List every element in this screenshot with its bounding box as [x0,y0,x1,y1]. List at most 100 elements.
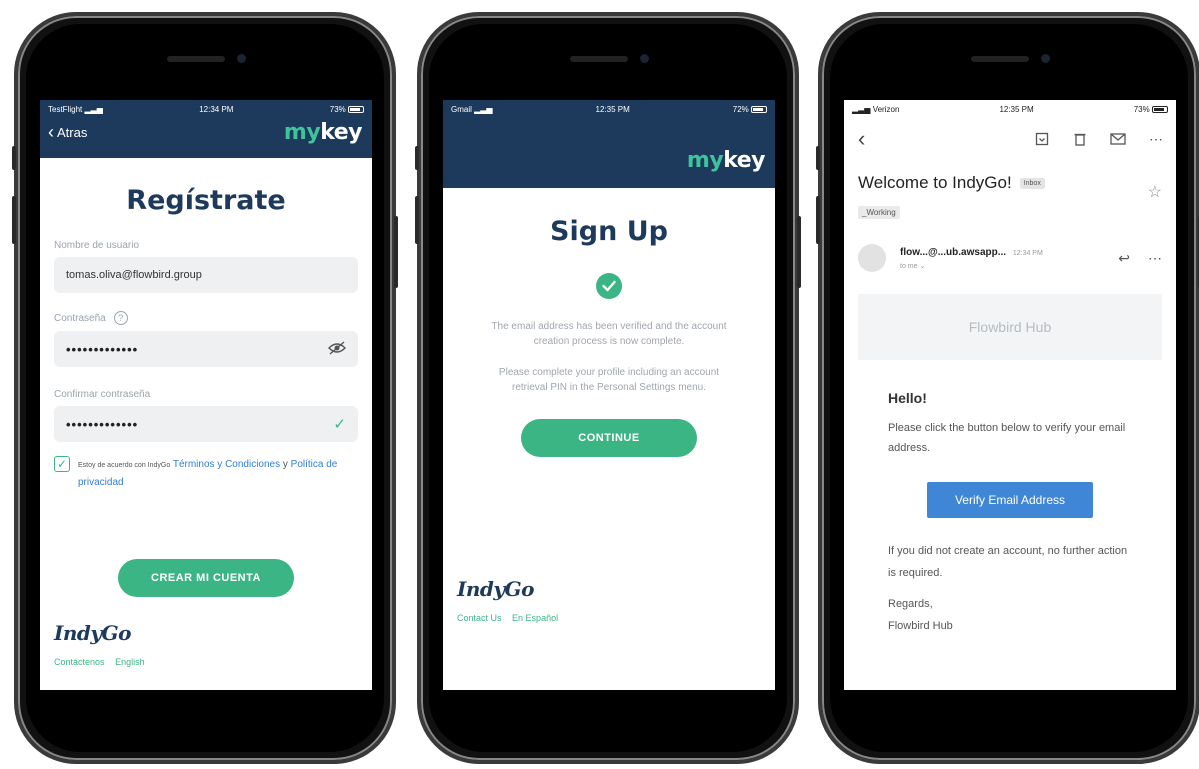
verified-message: The email address has been verified and … [491,321,727,347]
power-button [394,216,398,288]
reply-icon[interactable]: ↩ [1118,250,1130,267]
confirm-label: Confirmar contraseña [54,389,151,400]
mykey-logo: mykey [284,120,363,145]
app-header: Gmail ▂▃▅ 12:35 PM 72% mykey [443,100,775,188]
speaker [971,56,1029,62]
footer-links: Contáctenos English [54,657,372,667]
terms-row: ✓ Estoy de acuerdo con IndyGo Términos y… [54,456,358,491]
battery-percent: 73% [1133,104,1150,114]
back-button[interactable]: ‹ Atras [48,122,87,143]
confirm-password-field[interactable]: ••••••••••••• ✓ [54,406,358,442]
front-camera [237,54,246,63]
password-label-row: Contraseña ? [54,311,358,325]
create-account-button[interactable]: CREAR MI CUENTA [118,559,294,597]
screen-signup-es: TestFlight ▂▃▅ 12:34 PM 73% ‹ Atras myke… [40,100,372,690]
status-bar: ▂▃▅ Verizon 12:35 PM 73% [844,100,1176,118]
body-verify-text: Please click the button below to verify … [888,422,1126,454]
profile-message: Please complete your profile including a… [498,367,720,393]
front-camera [1041,54,1050,63]
battery-icon [348,105,364,113]
contact-link[interactable]: Contact Us [457,613,502,623]
clock: 12:35 PM [999,104,1034,114]
page-title: Regístrate [126,185,286,216]
email-body: Hello! Please click the button below to … [844,390,1176,458]
regards: Regards, [888,598,933,610]
screen-signup-confirmed: Gmail ▂▃▅ 12:35 PM 72% mykey Sign Up The… [443,100,775,690]
volume-up-button [816,196,820,244]
indygo-logo: IndyGo [457,577,534,601]
clock: 12:34 PM [199,104,234,114]
label-tag[interactable]: _Working [858,206,900,219]
sender-name[interactable]: flow...@...ub.awsapp... [900,247,1006,258]
logo-key: key [320,120,362,145]
mute-switch [415,146,419,170]
success-check-icon [596,273,622,299]
footer-links: Contact Us En Español [457,613,775,623]
trash-icon[interactable] [1072,131,1088,147]
signal-icon: ▂▃▅ [852,104,871,114]
indygo-logo: IndyGo [54,621,131,645]
status-bar: TestFlight ▂▃▅ 12:34 PM 73% [40,100,372,118]
mute-switch [12,146,16,170]
volume-up-button [415,196,419,244]
mail-icon[interactable] [1110,131,1126,147]
confirm-value: ••••••••••••• [66,416,139,432]
star-icon[interactable]: ☆ [1148,182,1162,202]
archive-icon[interactable] [1034,131,1050,147]
more-icon[interactable]: ⋯ [1148,250,1162,267]
terms-prefix: Estoy de acuerdo con IndyGo [78,462,171,469]
username-value: tomas.oliva@flowbird.group [66,269,202,281]
sender-row: flow...@...ub.awsapp... 12:34 PM to me ⌄… [844,220,1176,272]
mute-switch [816,146,820,170]
more-icon[interactable]: ⋯ [1148,131,1164,147]
battery-percent: 73% [329,104,346,114]
carrier-label: TestFlight [48,104,83,114]
logo-my: my [686,148,724,173]
contact-link[interactable]: Contáctenos [54,657,105,667]
language-link[interactable]: En Español [512,613,558,623]
speaker [167,56,225,62]
volume-up-button [12,196,16,244]
password-value: ••••••••••••• [66,341,139,357]
phone-3: ▂▃▅ Verizon 12:35 PM 73% ‹ ⋯ Welcome to … [816,12,1199,764]
terms-link[interactable]: Términos y Condiciones [173,459,280,470]
username-field[interactable]: tomas.oliva@flowbird.group [54,257,358,293]
sent-time: 12:34 PM [1012,249,1043,257]
terms-joiner: y [282,459,288,470]
clock: 12:35 PM [595,104,630,114]
body-ignore-text: If you did not create an account, no fur… [888,545,1128,579]
phone-2: Gmail ▂▃▅ 12:35 PM 72% mykey Sign Up The… [415,12,801,764]
back-arrow-icon[interactable]: ‹ [858,126,865,152]
back-label: Atras [57,125,88,140]
battery-icon [1151,105,1168,113]
username-label: Nombre de usuario [54,240,140,251]
signal-icon: ▂▃▅ [84,104,103,114]
signal-icon: ▂▃▅ [474,104,493,114]
power-button [797,216,801,288]
carrier-label: Verizon [872,104,900,114]
eye-off-icon[interactable] [328,340,346,358]
signature: Flowbird Hub [888,620,953,632]
chevron-left-icon: ‹ [48,122,54,142]
battery-icon [751,105,767,113]
logo-key: key [723,148,765,173]
continue-button[interactable]: CONTINUE [521,419,697,457]
inbox-tag[interactable]: Inbox [1019,177,1045,189]
password-label: Contraseña [54,312,106,324]
screen-gmail-email: ▂▃▅ Verizon 12:35 PM 73% ‹ ⋯ Welcome to … [844,100,1176,690]
app-header: TestFlight ▂▃▅ 12:34 PM 73% ‹ Atras myke… [40,100,372,158]
email-subject: Welcome to IndyGo! [858,173,1012,192]
help-icon[interactable]: ? [113,311,128,325]
language-link[interactable]: English [115,657,145,667]
password-field[interactable]: ••••••••••••• [54,331,358,367]
verify-email-button[interactable]: Verify Email Address [927,482,1093,518]
to-line[interactable]: to me [900,263,918,270]
subject-row: Welcome to IndyGo! Inbox ☆ [844,152,1176,202]
front-camera [640,54,649,63]
hub-banner: Flowbird Hub [858,294,1162,360]
chevron-down-icon[interactable]: ⌄ [919,263,925,270]
carrier-label: Gmail [451,104,472,114]
phone-1: TestFlight ▂▃▅ 12:34 PM 73% ‹ Atras myke… [12,12,398,764]
terms-checkbox[interactable]: ✓ [54,456,70,472]
greeting: Hello! [888,390,927,406]
